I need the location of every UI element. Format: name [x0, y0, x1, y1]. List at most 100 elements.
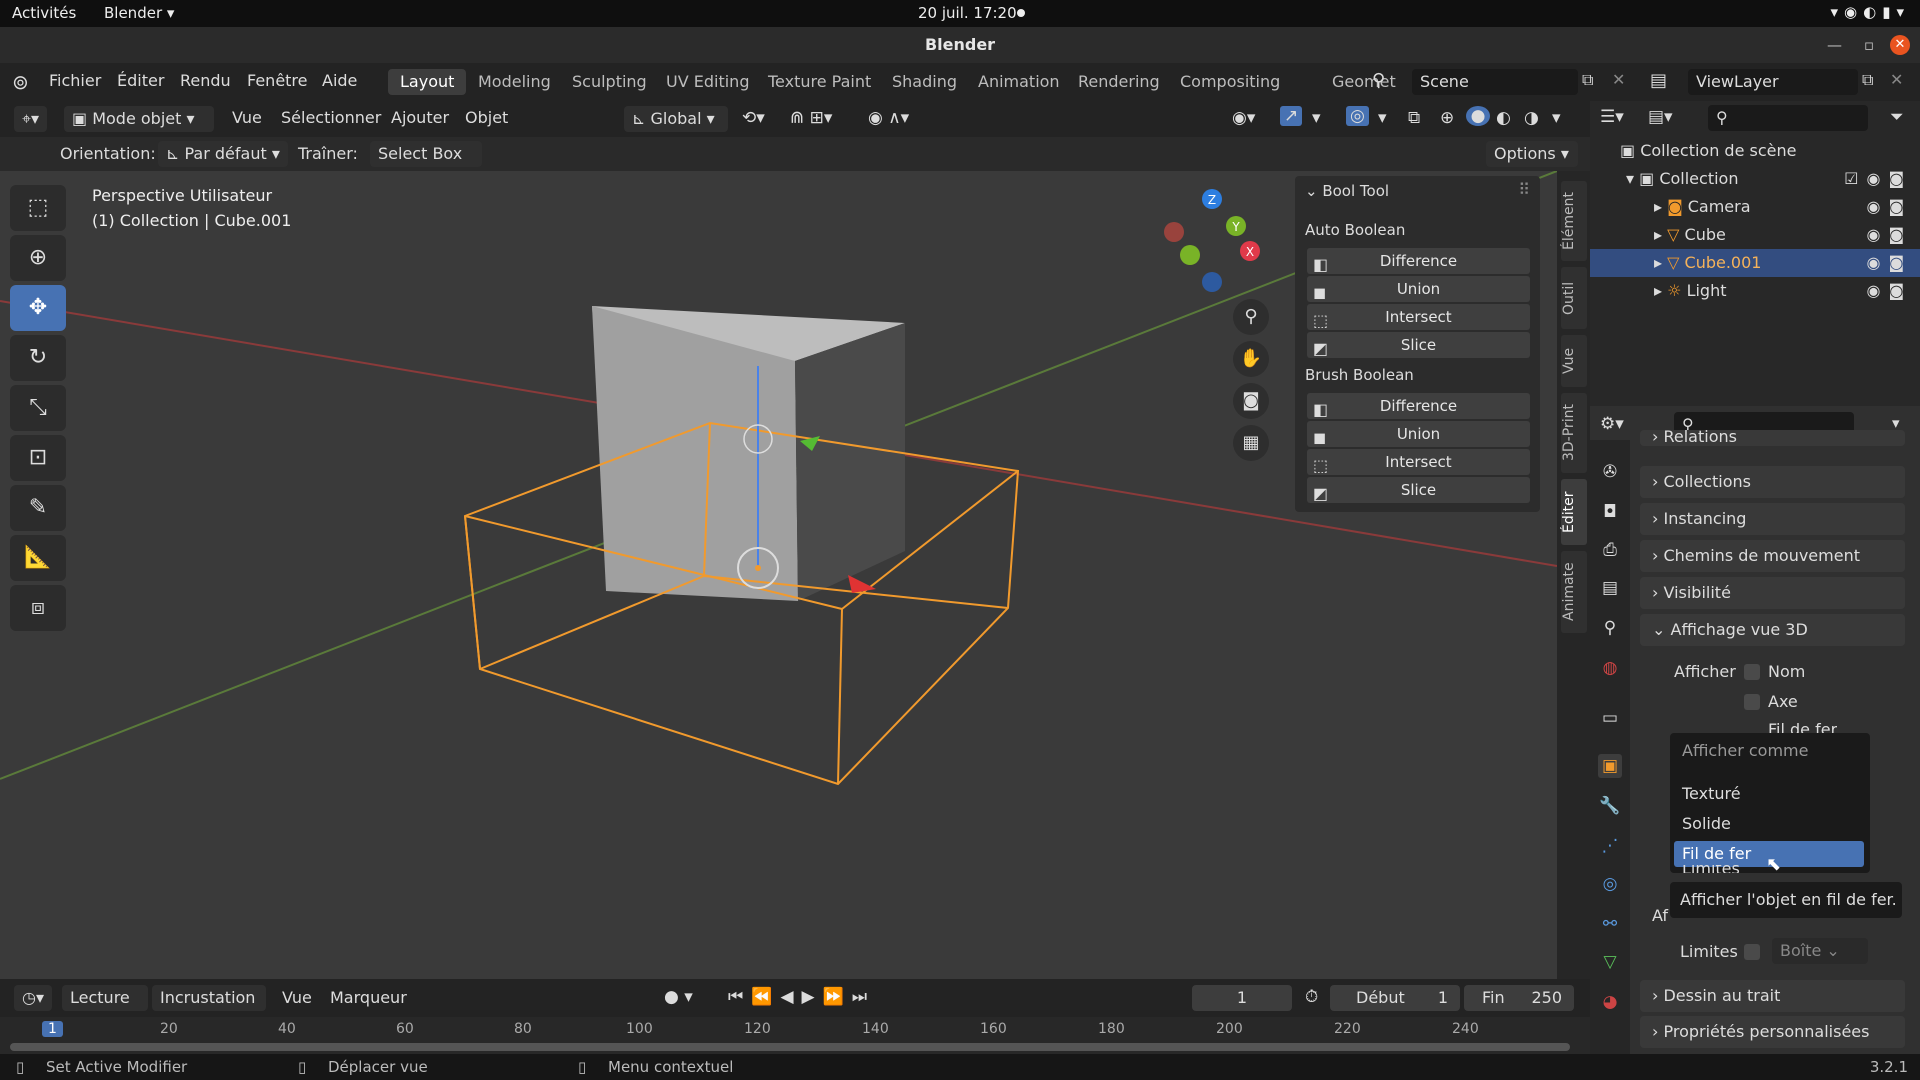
tab-layout[interactable]: Layout — [388, 69, 467, 95]
new-viewlayer-icon[interactable]: ⧉ — [1862, 70, 1873, 90]
menu-add[interactable]: Ajouter — [391, 108, 449, 127]
tab-tool[interactable]: Outil — [1561, 267, 1587, 329]
keying-menu[interactable]: Incrustation ▾ — [152, 985, 266, 1033]
menu-edit[interactable]: Éditer — [117, 71, 164, 90]
tab-uv-editing[interactable]: UV Editing — [654, 69, 761, 95]
row-toggle-icons[interactable]: ◉◙ — [1867, 193, 1912, 221]
rotate-tool-icon[interactable]: ↻ — [10, 335, 66, 381]
display-mode-icon[interactable]: ▤▾ — [1648, 107, 1673, 127]
move-tool-icon[interactable]: ✥ — [10, 285, 66, 331]
mode-select[interactable]: ▣ Mode objet ▾ — [64, 106, 214, 132]
options-button[interactable]: Options ▾ — [1486, 141, 1578, 167]
tab-sculpting[interactable]: Sculpting — [560, 69, 659, 95]
physics-tab-icon[interactable]: ◎ — [1598, 872, 1622, 896]
proportional-edit-icon[interactable]: ◉ ∧▾ — [868, 108, 909, 128]
properties-editor-icon[interactable]: ⚙▾ — [1600, 414, 1624, 434]
section-relations[interactable]: › Relations — [1640, 430, 1905, 446]
section-collections[interactable]: › Collections — [1640, 466, 1905, 498]
marker-menu[interactable]: Marqueur — [330, 988, 407, 1007]
bool-tool-title[interactable]: ⌄ Bool Tool — [1305, 182, 1389, 200]
collection-tab-icon[interactable]: ▭ — [1598, 706, 1622, 730]
row-toggle-icons[interactable]: ◉◙ — [1867, 221, 1912, 249]
xray-icon[interactable]: ⧉ — [1408, 108, 1420, 128]
tab-geometry[interactable]: Geomet — [1320, 69, 1408, 95]
timeline-scrollbar[interactable] — [10, 1043, 1570, 1051]
section-motion-paths[interactable]: › Chemins de mouvement — [1640, 540, 1905, 572]
activities-button[interactable]: Activités — [12, 4, 76, 22]
wireframe-shading-icon[interactable]: ⊕ — [1440, 108, 1454, 128]
editor-type-icon[interactable]: ⌖▾ — [14, 106, 48, 132]
playback-menu[interactable]: Lecture ▾ — [62, 985, 148, 1033]
app-menu[interactable]: Blender ▾ — [104, 4, 174, 22]
material-shading-icon[interactable]: ◐ — [1496, 108, 1511, 128]
output-tab-icon[interactable]: ⎙ — [1598, 538, 1622, 562]
timeline-view-menu[interactable]: Vue — [282, 988, 312, 1007]
measure-tool-icon[interactable]: 📐 — [10, 535, 66, 581]
cursor-tool-icon[interactable]: ⊕ — [10, 235, 66, 281]
zoom-icon[interactable]: ⚲ — [1233, 299, 1269, 335]
outliner-row-light[interactable]: ▸ ☼ Light ◉◙ — [1590, 277, 1920, 305]
tab-compositing[interactable]: Compositing — [1168, 69, 1292, 95]
section-viewport-display[interactable]: ⌄ Affichage vue 3D — [1640, 614, 1905, 646]
autokey-record-icon[interactable]: ● ▾ — [664, 987, 693, 1007]
outliner-row-cube-001[interactable]: ▸ ▽ Cube.001 ◉◙ — [1590, 249, 1920, 277]
section-visibility[interactable]: › Visibilité — [1640, 577, 1905, 609]
auto-difference-button[interactable]: ◧ Difference — [1307, 248, 1530, 274]
maximize-icon[interactable]: ▫ — [1864, 27, 1874, 63]
menu-render[interactable]: Rendu — [180, 71, 231, 90]
world-tab-icon[interactable]: ◍ — [1598, 656, 1622, 680]
menu-view[interactable]: Vue — [232, 108, 262, 127]
end-frame-field[interactable]: Fin 250 — [1464, 985, 1574, 1011]
section-line-art[interactable]: › Dessin au trait — [1640, 980, 1905, 1012]
brush-slice-button[interactable]: ◩ Slice — [1307, 477, 1530, 503]
scale-tool-icon[interactable]: ⤡ — [10, 385, 66, 431]
section-instancing[interactable]: › Instancing — [1640, 503, 1905, 535]
snap-icon[interactable]: ⋒ ⊞▾ — [790, 108, 832, 128]
add-cube-tool-icon[interactable]: ⧈ — [10, 585, 66, 631]
row-toggle-icons[interactable]: ◉◙ — [1867, 277, 1912, 305]
show-name-checkbox[interactable] — [1744, 664, 1760, 680]
scene-field[interactable]: Scene — [1412, 69, 1578, 95]
dropdown-item-textured[interactable]: Texturé — [1674, 781, 1864, 807]
remove-viewlayer-icon[interactable]: ✕ — [1890, 70, 1903, 89]
playhead[interactable]: 1 — [42, 1021, 63, 1037]
start-frame-field[interactable]: Début 1 — [1330, 985, 1460, 1011]
current-frame-field[interactable]: 1 — [1192, 985, 1292, 1011]
transform-orientation-select[interactable]: ⊾ Global ▾ — [624, 106, 728, 132]
tab-view[interactable]: Vue — [1561, 335, 1587, 387]
rendered-shading-icon[interactable]: ◑ — [1524, 108, 1539, 128]
scene-tab-icon[interactable]: ⚲ — [1598, 616, 1622, 640]
new-scene-icon[interactable]: ⧉ — [1582, 70, 1593, 90]
tab-3d-print[interactable]: 3D-Print — [1561, 393, 1587, 473]
system-tray-icons[interactable]: ▾◉◐▮▾ — [1831, 3, 1911, 21]
auto-intersect-button[interactable]: ⬚ Intersect — [1307, 304, 1530, 330]
overlays-icon[interactable]: ◎ — [1346, 106, 1369, 126]
tab-rendering[interactable]: Rendering — [1066, 69, 1172, 95]
show-axis-checkbox[interactable] — [1744, 694, 1760, 710]
tab-modeling[interactable]: Modeling — [466, 69, 563, 95]
tab-item[interactable]: Élément — [1561, 181, 1587, 261]
outliner-row-camera[interactable]: ▸ ◙ Camera ◉◙ — [1590, 193, 1920, 221]
pivot-icon[interactable]: ⟲▾ — [742, 108, 765, 128]
scene-collection-row[interactable]: ▣ Collection de scène — [1590, 137, 1920, 165]
solid-shading-icon[interactable]: ● — [1466, 106, 1490, 126]
pan-hand-icon[interactable]: ✋ — [1233, 341, 1269, 377]
blender-logo-icon[interactable]: ⊚ — [12, 70, 29, 94]
row-toggle-icons[interactable]: ◉◙ — [1867, 249, 1912, 277]
remove-scene-icon[interactable]: ✕ — [1612, 70, 1625, 89]
particles-tab-icon[interactable]: ⋰ — [1598, 834, 1622, 858]
tab-animation[interactable]: Animation — [966, 69, 1072, 95]
outliner-row-collection[interactable]: ▾ ▣ Collection ☑◉◙ — [1590, 165, 1920, 193]
filter-icon[interactable]: ⏷ — [1890, 107, 1904, 127]
shading-menu-icon[interactable]: ▾ — [1552, 108, 1561, 128]
camera-view-icon[interactable]: ◙ — [1233, 383, 1269, 419]
tab-animate[interactable]: Animate — [1561, 551, 1587, 633]
brush-intersect-button[interactable]: ⬚ Intersect — [1307, 449, 1530, 475]
tab-edit[interactable]: Éditer — [1561, 479, 1587, 545]
tab-texture-paint[interactable]: Texture Paint — [756, 69, 883, 95]
drag-handle-icon[interactable]: ⠿ — [1518, 180, 1530, 199]
close-icon[interactable]: ✕ — [1890, 35, 1910, 55]
auto-slice-button[interactable]: ◩ Slice — [1307, 332, 1530, 358]
gizmo-toggle-icon[interactable]: ↗ — [1280, 106, 1303, 126]
menu-window[interactable]: Fenêtre — [247, 71, 308, 90]
